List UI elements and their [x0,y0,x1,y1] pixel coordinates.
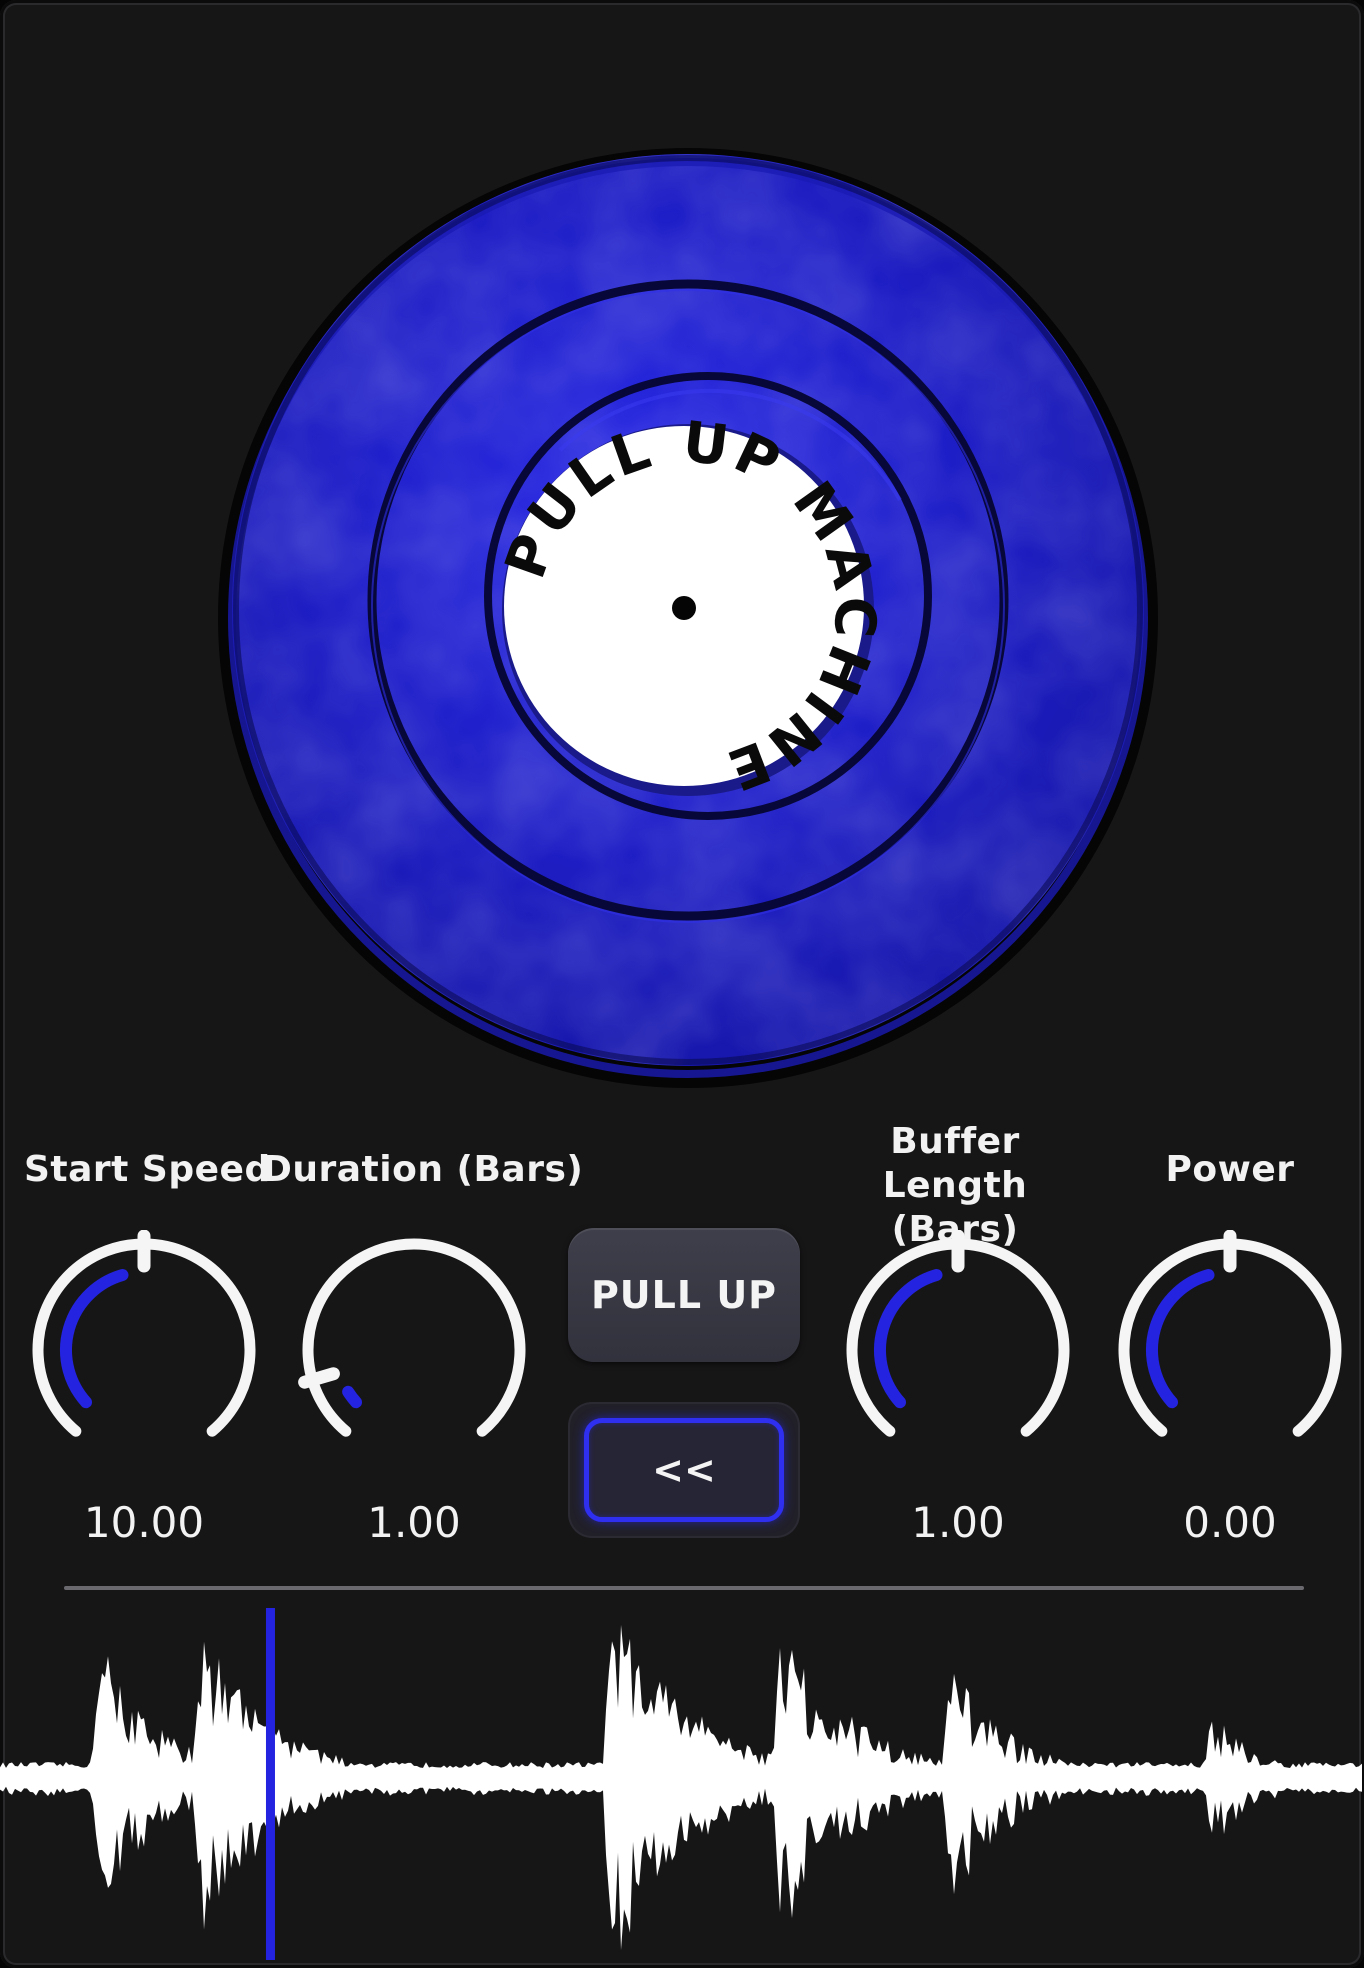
pull-up-button[interactable]: PULL UP [568,1228,800,1362]
spindle-hole [672,596,696,620]
knob-indicator [298,1367,340,1389]
power-knob[interactable] [1110,1230,1350,1470]
playhead[interactable] [265,1608,275,1960]
vinyl-record[interactable]: PULL UP MACHINE [0,0,1364,1100]
waveform-display[interactable] [0,1600,1364,1968]
duration-knob[interactable] [294,1230,534,1470]
rewind-button[interactable]: << [584,1418,784,1522]
knob-value-arc [60,1269,129,1409]
waveform-shape [0,1624,1362,1951]
plugin-window: PULL UP MACHINE Start Speed 10.00 Durati… [0,0,1364,1968]
knob-value-arc [1146,1269,1215,1409]
rewind-button-frame: << [570,1404,798,1536]
start-speed-value: 10.00 [83,1498,205,1547]
buffer-length-value: 1.00 [911,1498,1005,1547]
start-speed-label: Start Speed [24,1149,271,1190]
buffer-length-knob[interactable] [838,1230,1078,1470]
knob-value-arc [342,1385,363,1409]
duration-label: Duration (Bars) [262,1149,584,1190]
waveform-divider [64,1586,1304,1590]
knob-value-arc [874,1269,943,1409]
power-label: Power [1165,1149,1295,1190]
start-speed-knob[interactable] [24,1230,264,1470]
power-value: 0.00 [1183,1498,1277,1547]
duration-value: 1.00 [367,1498,461,1547]
knob-track [302,1238,526,1437]
